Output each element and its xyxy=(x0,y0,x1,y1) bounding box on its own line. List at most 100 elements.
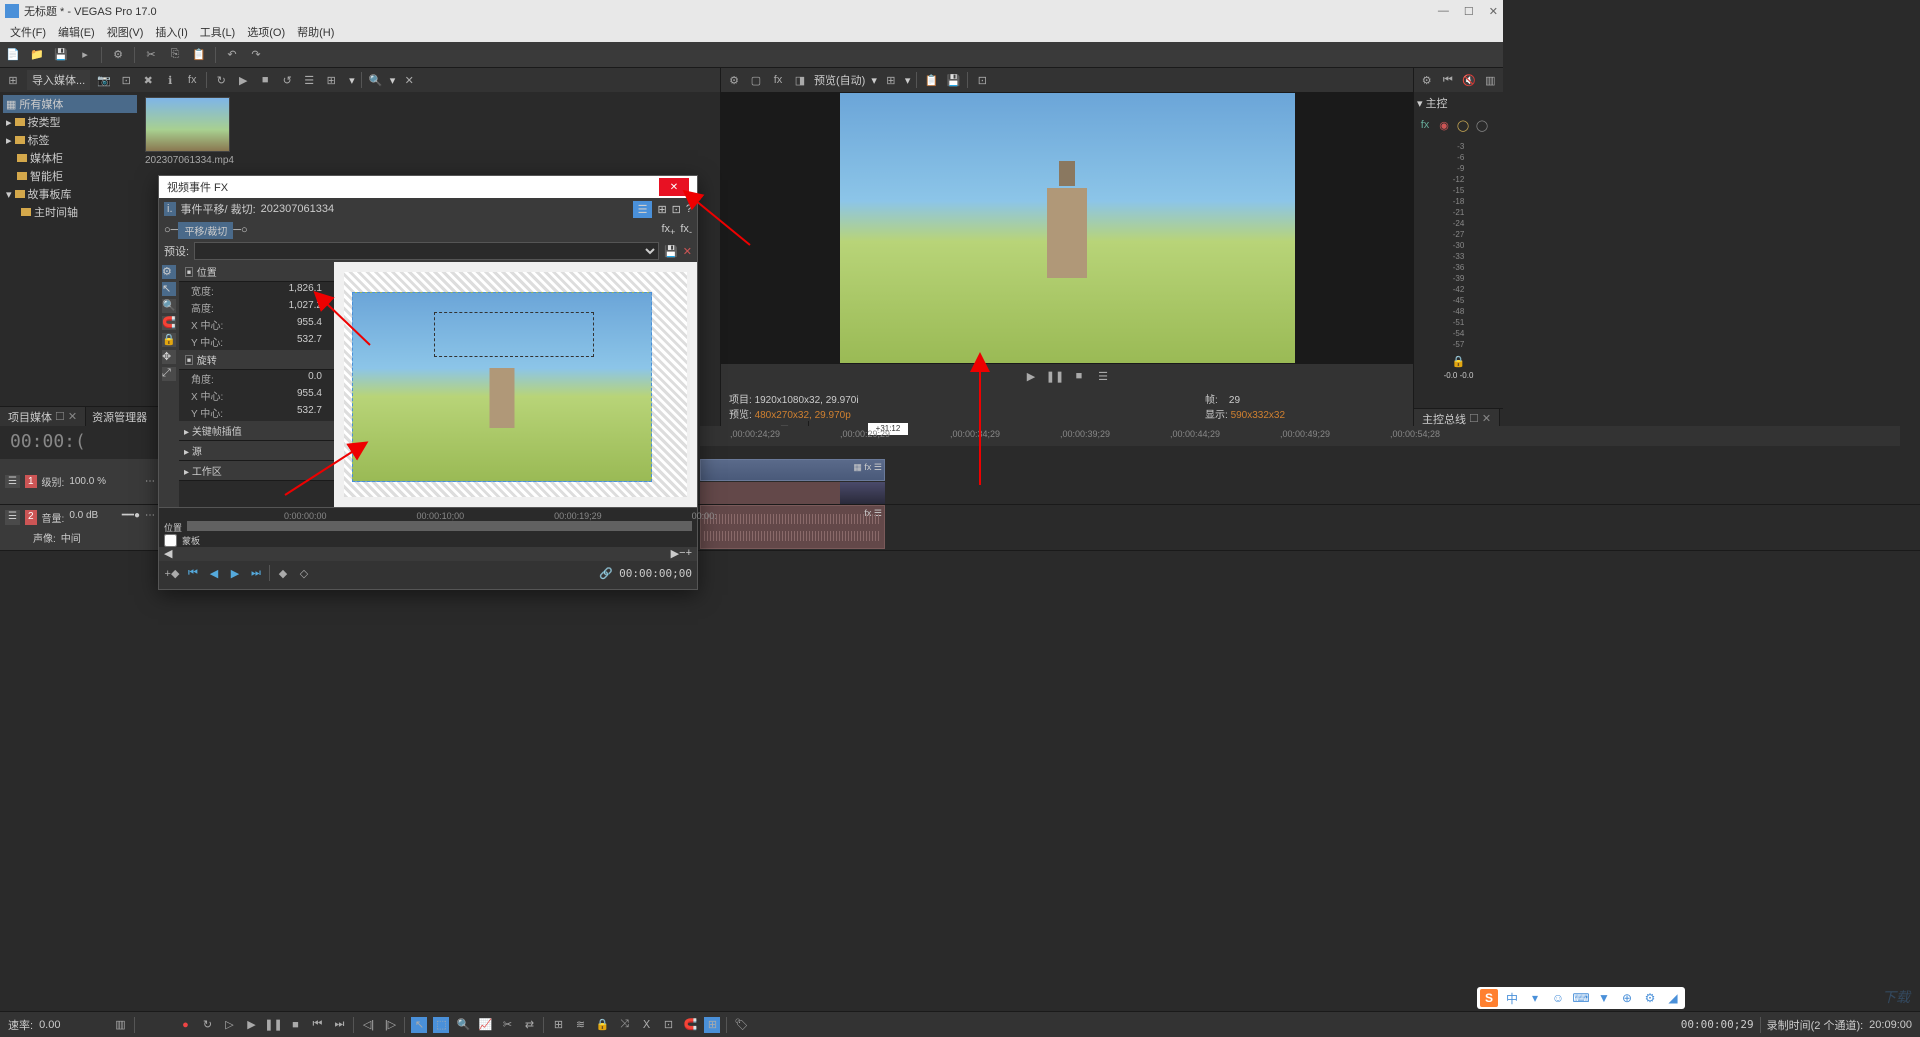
menu-tools[interactable]: 工具(L) xyxy=(195,22,240,42)
fx-crop-canvas[interactable] xyxy=(334,262,697,507)
preview-misc-icon[interactable]: ⊡ xyxy=(974,72,990,88)
save-icon[interactable]: 💾 xyxy=(53,47,69,63)
master-expand-icon[interactable]: ▾ xyxy=(1417,97,1423,110)
master-solo-icon[interactable]: ◯ xyxy=(1455,117,1471,133)
master-insert-icon[interactable]: ◉ xyxy=(1436,117,1452,133)
bt-loop-icon[interactable]: ↻ xyxy=(199,1017,215,1033)
play-icon[interactable]: ▶ xyxy=(235,72,251,88)
import-media-button[interactable]: 导入媒体... xyxy=(27,70,90,90)
view-list-icon[interactable]: ☰ xyxy=(301,72,317,88)
section-position[interactable]: ▣ 位置 xyxy=(179,262,334,282)
copy-icon[interactable]: ⎘ xyxy=(167,47,183,63)
save-snapshot-icon[interactable]: 💾 xyxy=(945,72,961,88)
prop-rxcenter-value[interactable]: 955.4 xyxy=(297,388,322,403)
kf-lane-mask[interactable]: 蒙板 xyxy=(182,534,200,547)
video-clip-thumb[interactable] xyxy=(700,482,885,504)
tree-all-media[interactable]: ▦所有媒体 xyxy=(3,95,137,113)
fx-remove-icon[interactable]: fx- xyxy=(680,223,692,237)
timeline-ruler[interactable]: +31:12 ,00:00:24;29 ,00:00:29;29 ,00:00:… xyxy=(700,426,1900,446)
media-props-icon[interactable]: ℹ xyxy=(162,72,178,88)
bt-mode-icon[interactable]: ▥ xyxy=(112,1017,128,1033)
fx-chain-pan-crop[interactable]: 平移/裁切 xyxy=(178,222,233,239)
fx-tool-select-icon[interactable]: ↖ xyxy=(162,282,176,296)
preset-dropdown[interactable] xyxy=(194,242,659,260)
fx-view1-icon[interactable]: ☰ xyxy=(633,201,653,218)
fx-view2-icon[interactable]: ⊞ xyxy=(657,203,666,216)
ime-emoji-icon[interactable]: ☺ xyxy=(1549,989,1567,1007)
preset-save-icon[interactable]: 💾 xyxy=(664,245,678,258)
menu-view[interactable]: 视图(V) xyxy=(102,22,149,42)
section-source[interactable]: ▸ 源 xyxy=(179,441,334,461)
stop-icon[interactable]: ■ xyxy=(257,72,273,88)
close-button[interactable]: ✕ xyxy=(1489,5,1498,18)
kf-curve1-icon[interactable]: ◆ xyxy=(275,565,291,581)
lock-icon[interactable]: 🔒 xyxy=(1452,355,1466,368)
loop-icon[interactable]: ↺ xyxy=(279,72,295,88)
master-fx-icon[interactable]: fx xyxy=(1417,117,1433,133)
view-grid-icon[interactable]: ⊞ xyxy=(323,72,339,88)
fx-chain-help-icon[interactable]: ? xyxy=(686,203,692,215)
section-rotation[interactable]: ▣ 旋转 xyxy=(179,350,334,370)
refresh-icon[interactable]: ↻ xyxy=(213,72,229,88)
fx-add-icon[interactable]: fx+ xyxy=(661,223,675,237)
fx-tool-scale-icon[interactable]: ⤢ xyxy=(162,367,176,381)
video-track-header[interactable]: ☰ 1 级别: 100.0 % ⋯ xyxy=(0,459,160,504)
menu-options[interactable]: 选项(O) xyxy=(242,22,290,42)
tree-storyboard[interactable]: ▾故事板库 xyxy=(3,185,137,203)
menu-help[interactable]: 帮助(H) xyxy=(292,22,339,42)
preview-fx-icon[interactable]: fx xyxy=(770,72,786,88)
media-fx-icon[interactable]: fx xyxy=(184,72,200,88)
prop-xcenter-value[interactable]: 955.4 xyxy=(297,317,322,332)
prop-rycenter-value[interactable]: 532.7 xyxy=(297,405,322,420)
capture-icon[interactable]: 📷 xyxy=(96,72,112,88)
kf-last-icon[interactable]: ⏭ xyxy=(248,565,264,581)
tab-explorer[interactable]: 资源管理器 xyxy=(86,407,153,426)
cut-icon[interactable]: ✂ xyxy=(143,47,159,63)
minimize-button[interactable]: — xyxy=(1438,5,1449,18)
bt-env-tool-icon[interactable]: 📈 xyxy=(477,1017,493,1033)
kf-sync-icon[interactable]: 🔗 xyxy=(598,565,614,581)
master-mute-icon[interactable]: 🔇 xyxy=(1462,72,1477,88)
master-settings-icon[interactable]: ⚙ xyxy=(1419,72,1434,88)
bt-magnet-icon[interactable]: 🧲 xyxy=(682,1017,698,1033)
tree-bins[interactable]: 媒体柜 xyxy=(3,149,137,167)
fx-tool-settings-icon[interactable]: ⚙ xyxy=(162,265,176,279)
tree-main-timeline[interactable]: 主时间轴 xyxy=(3,203,137,221)
kf-lane-position[interactable]: 位置 xyxy=(164,521,182,534)
bt-end-icon[interactable]: ⏭ xyxy=(331,1017,347,1033)
video-clip[interactable]: ▦ fx ☰ xyxy=(700,459,885,481)
render-icon[interactable]: ▸ xyxy=(77,47,93,63)
bt-lock-icon[interactable]: 🔒 xyxy=(594,1017,610,1033)
new-project-icon[interactable]: 📄 xyxy=(5,47,21,63)
preview-grid-icon[interactable]: ⊞ xyxy=(883,72,899,88)
audio-track-header[interactable]: ☰ 2 音量: 0.0 dB ━━● ⋯ 声像: 中间 xyxy=(0,505,160,550)
bt-stop-icon[interactable]: ■ xyxy=(287,1017,303,1033)
menu-edit[interactable]: 编辑(E) xyxy=(53,22,100,42)
bt-prev-frame-icon[interactable]: ◁| xyxy=(360,1017,376,1033)
section-keyframe[interactable]: ▸ 关键帧插值 xyxy=(179,421,334,441)
kf-mask-checkbox[interactable] xyxy=(164,534,177,547)
ime-resize-icon[interactable]: ◢ xyxy=(1664,989,1682,1007)
ime-settings-icon[interactable]: ⚙ xyxy=(1641,989,1659,1007)
search-dropdown[interactable]: ▾ xyxy=(390,74,396,87)
master-btn4-icon[interactable]: ◯ xyxy=(1474,117,1490,133)
fx-keyframe-timeline[interactable]: 0:00:00:0000:00:10;0000:00:19;2900:00: 位… xyxy=(159,507,697,547)
bt-start-icon[interactable]: ⏮ xyxy=(309,1017,325,1033)
ime-punct-icon[interactable]: ▾ xyxy=(1526,989,1544,1007)
bt-record-icon[interactable]: ● xyxy=(177,1017,193,1033)
video-track[interactable]: ▦ fx ☰ xyxy=(700,459,1920,504)
ime-logo-icon[interactable]: S xyxy=(1480,989,1498,1007)
prop-ycenter-value[interactable]: 532.7 xyxy=(297,334,322,349)
prop-width-value[interactable]: 1,826.1 xyxy=(289,283,322,298)
transport-pause-icon[interactable]: ❚❚ xyxy=(1047,368,1063,384)
audio-track[interactable]: fx ☰ xyxy=(700,505,1920,550)
fx-timecode[interactable]: 00:00:00;00 xyxy=(619,567,692,580)
bt-shuffle-icon[interactable]: ⇄ xyxy=(521,1017,537,1033)
maximize-button[interactable]: ☐ xyxy=(1464,5,1474,18)
kf-curve2-icon[interactable]: ◇ xyxy=(296,565,312,581)
search-icon[interactable]: 🔍 xyxy=(368,72,384,88)
redo-icon[interactable]: ↷ xyxy=(248,47,264,63)
track-more-icon[interactable]: ⋯ xyxy=(145,476,155,487)
transport-menu-icon[interactable]: ☰ xyxy=(1095,368,1111,384)
bt-split-tool-icon[interactable]: ✂ xyxy=(499,1017,515,1033)
